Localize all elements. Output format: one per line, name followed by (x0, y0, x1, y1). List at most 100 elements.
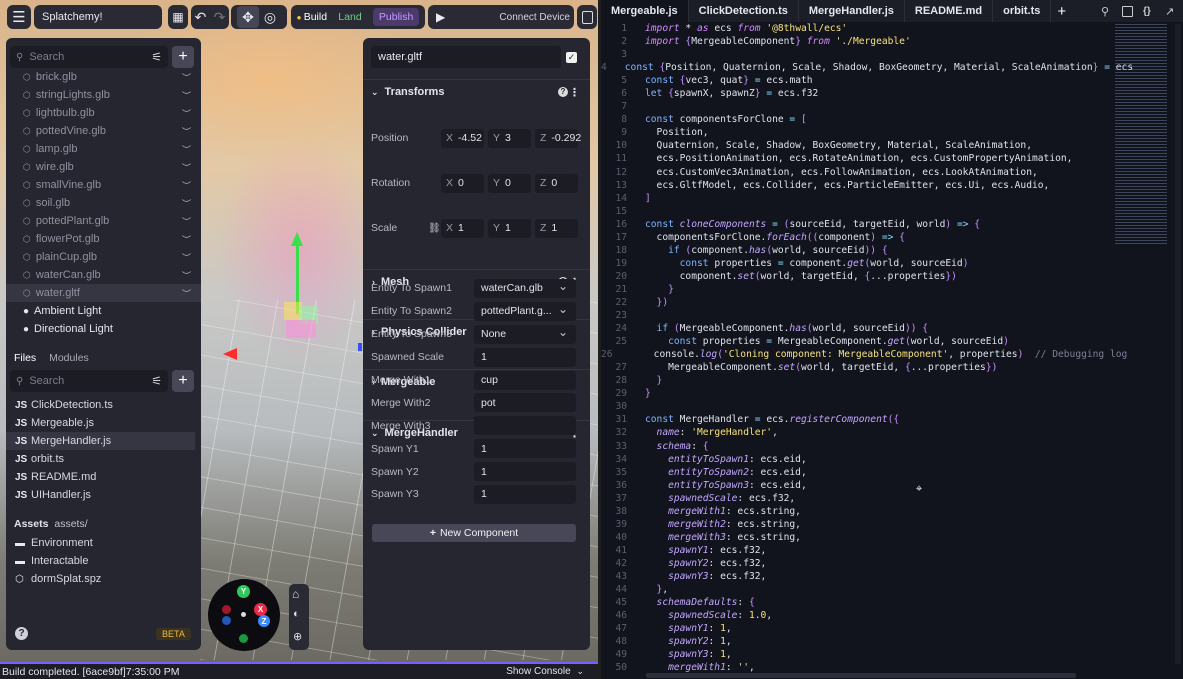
gizmo-y-dot[interactable]: Y (237, 585, 250, 598)
connect-device-button[interactable]: Connect Device (499, 12, 570, 23)
moon-icon[interactable]: ◐ (293, 608, 300, 620)
files-search[interactable]: ⚲ Search ⚟ (10, 370, 168, 392)
scale-z-field[interactable]: Z1 (535, 218, 578, 238)
eye-closed-icon[interactable]: ︶ (182, 233, 191, 246)
rotation-y-field[interactable]: Y0 (488, 173, 531, 193)
move-icon[interactable]: ✥ (237, 6, 259, 28)
gizmo-neg-y-dot[interactable] (239, 634, 248, 643)
prop-input[interactable] (474, 416, 576, 436)
more-options-icon[interactable]: ⋮ (569, 86, 580, 99)
split-view-icon[interactable] (1122, 5, 1133, 17)
hierarchy-item[interactable]: ⬡ plainCup.glb ︶ (6, 248, 201, 266)
hierarchy-search[interactable]: ⚲ Search ⚟ (10, 46, 168, 68)
tab-files[interactable]: Files (14, 352, 36, 364)
editor-tab[interactable]: MergeHandler.js (799, 0, 905, 22)
hierarchy-item[interactable]: ⬡ stringLights.glb ︶ (6, 86, 201, 104)
prop-input[interactable]: cup (474, 370, 576, 390)
eye-closed-icon[interactable]: ︶ (182, 179, 191, 192)
hierarchy-item[interactable]: ⬡ flowerPot.glb ︶ (6, 230, 201, 248)
land-button[interactable]: Land (338, 11, 361, 23)
file-item[interactable]: JS Mergeable.js (15, 414, 195, 432)
hierarchy-item[interactable]: ⬡ pottedPlant.glb ︶ (6, 212, 201, 230)
asset-item[interactable]: ▬ Environment (15, 534, 195, 552)
prop-input[interactable]: pot (474, 393, 576, 413)
navigation-gizmo[interactable]: Y X Z (208, 579, 280, 651)
prop-input[interactable]: 1 (474, 462, 576, 482)
link-icon[interactable]: ⛓ (428, 223, 441, 234)
hierarchy-item[interactable]: ⬡ wire.glb ︶ (6, 158, 201, 176)
project-name[interactable]: Splatchemy! (34, 5, 162, 29)
hierarchy-light-item[interactable]: ● Ambient Light (6, 302, 201, 320)
help-button[interactable]: ? (15, 627, 28, 640)
prop-dropdown[interactable]: pottedPlant.g... (474, 301, 576, 321)
file-item[interactable]: JS MergeHandler.js (6, 432, 195, 450)
help-icon[interactable]: ? (558, 87, 568, 97)
eye-closed-icon[interactable]: ︶ (182, 161, 191, 174)
prop-dropdown[interactable]: None (474, 324, 576, 344)
hierarchy-item[interactable]: ⬡ lamp.glb ︶ (6, 140, 201, 158)
add-file-button[interactable]: + (172, 370, 194, 392)
gizmo-z-dot[interactable]: Z (258, 615, 270, 627)
prop-input[interactable]: 1 (474, 484, 576, 504)
build-button[interactable]: ● Build (297, 11, 327, 23)
gizmo-y-arrow[interactable] (291, 232, 303, 246)
map-button[interactable]: ▦ (168, 5, 188, 29)
device-button[interactable] (577, 5, 597, 29)
eye-closed-icon[interactable]: ︶ (182, 269, 191, 282)
undo-icon[interactable]: ↶ (191, 6, 210, 28)
hierarchy-item[interactable]: ⬡ water.gltf ︶ (6, 284, 201, 302)
rotation-z-field[interactable]: Z0 (535, 173, 578, 193)
search-icon[interactable]: ⚲ (1101, 5, 1109, 18)
file-item[interactable]: JS README.md (15, 468, 195, 486)
file-item[interactable]: JS UIHandler.js (15, 486, 195, 504)
horizontal-scrollbar[interactable] (646, 673, 1076, 678)
gizmo-neg-x-dot[interactable] (222, 605, 231, 614)
hierarchy-item[interactable]: ⬡ soil.glb ︶ (6, 194, 201, 212)
prop-input[interactable]: 1 (474, 439, 576, 459)
asset-item[interactable]: ⬡ dormSplat.spz (15, 570, 195, 588)
code-area[interactable]: 1 import * as ecs from '@8thwall/ecs' 2 imp… (601, 22, 1133, 674)
entity-name-field[interactable]: water.gltf (371, 46, 561, 68)
orbit-icon[interactable]: ◎ (259, 6, 281, 28)
tab-modules[interactable]: Modules (49, 352, 89, 364)
entity-enabled-checkbox[interactable]: ✓ (566, 52, 577, 63)
prop-input[interactable]: 1 (474, 347, 576, 367)
eye-closed-icon[interactable]: ︶ (182, 287, 191, 300)
eye-closed-icon[interactable]: ︶ (182, 197, 191, 210)
show-console-button[interactable]: Show Console ⌄ (506, 666, 584, 677)
eye-closed-icon[interactable]: ︶ (182, 143, 191, 156)
braces-icon[interactable]: {} (1143, 6, 1151, 17)
rotation-x-field[interactable]: X0 (441, 173, 484, 193)
file-item[interactable]: JS orbit.ts (15, 450, 195, 468)
position-y-field[interactable]: Y3 (488, 128, 531, 148)
asset-item[interactable]: ▬ Interactable (15, 552, 195, 570)
redo-icon[interactable]: ↷ (210, 6, 229, 28)
publish-button[interactable]: Publish (372, 8, 420, 26)
scale-y-field[interactable]: Y1 (488, 218, 531, 238)
eye-closed-icon[interactable]: ︶ (182, 71, 191, 84)
assets-path[interactable]: assets/ (54, 518, 87, 530)
prop-dropdown[interactable]: waterCan.glb (474, 278, 576, 298)
globe-icon[interactable]: ⊕ (293, 630, 302, 643)
hierarchy-item[interactable]: ⬡ brick.glb ︶ (6, 68, 201, 86)
editor-tab[interactable]: orbit.ts (993, 0, 1052, 22)
hierarchy-item[interactable]: ⬡ waterCan.glb ︶ (6, 266, 201, 284)
position-z-field[interactable]: Z -0.292 (535, 128, 581, 148)
add-entity-button[interactable]: + (172, 46, 194, 68)
hierarchy-light-item[interactable]: ● Directional Light (6, 320, 201, 338)
filter-icon[interactable]: ⚟ (151, 374, 162, 388)
gizmo-neg-z-dot[interactable] (222, 616, 231, 625)
new-tab-icon[interactable]: + (1057, 3, 1066, 20)
external-link-icon[interactable]: ↗ (1165, 5, 1174, 18)
position-x-field[interactable]: X -4.52 (441, 128, 484, 148)
editor-tab[interactable]: ClickDetection.ts (689, 0, 799, 22)
scale-x-field[interactable]: X1 (441, 218, 484, 238)
home-icon[interactable]: ⌂ (292, 587, 299, 601)
filter-icon[interactable]: ⚟ (151, 50, 162, 64)
transforms-header[interactable]: ⌄ Transforms ? ⋮ (363, 79, 590, 104)
eye-closed-icon[interactable]: ︶ (182, 215, 191, 228)
eye-closed-icon[interactable]: ︶ (182, 89, 191, 102)
code-editor[interactable]: Mergeable.js ClickDetection.ts MergeHandle… (601, 0, 1183, 679)
eye-closed-icon[interactable]: ︶ (182, 251, 191, 264)
hierarchy-item[interactable]: ⬡ pottedVine.glb ︶ (6, 122, 201, 140)
